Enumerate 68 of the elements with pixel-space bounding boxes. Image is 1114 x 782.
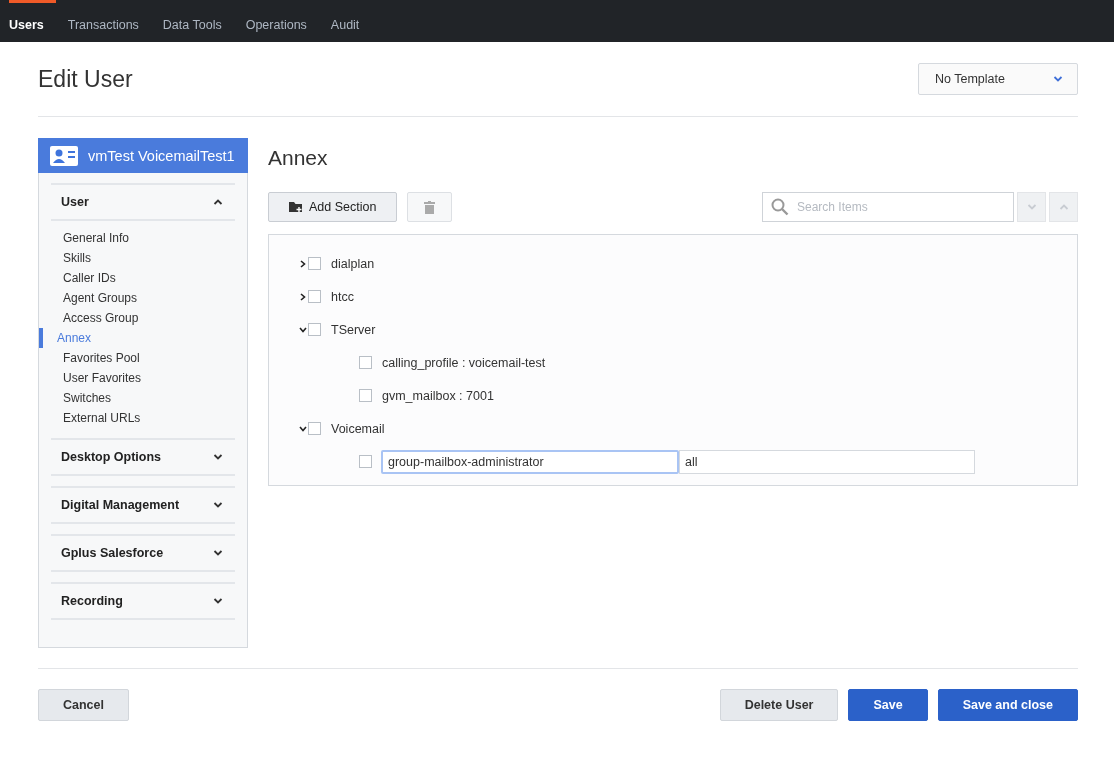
section-header[interactable]: Desktop Options: [51, 438, 235, 476]
search-field[interactable]: Search Items: [762, 192, 1014, 222]
chevron-down-icon: [1026, 203, 1037, 211]
user-name: vmTest VoicemailTest1: [88, 147, 235, 164]
key-input-field[interactable]: group-mailbox-administrator: [381, 449, 679, 474]
sidebar-item[interactable]: User Favorites: [51, 368, 235, 388]
section-name: TServer: [331, 322, 376, 337]
section-title: Annex: [268, 146, 329, 170]
chevron-down-icon: [213, 501, 223, 509]
nav-tab[interactable]: Audit: [318, 0, 372, 42]
previous-result-button[interactable]: [1049, 192, 1078, 222]
nav-tab[interactable]: Operations: [233, 0, 319, 42]
expand-toggle[interactable]: [298, 326, 307, 333]
sidebar-item[interactable]: External URLs: [51, 408, 235, 428]
value-input-field[interactable]: all: [679, 449, 975, 474]
chevron-down-icon: [298, 326, 307, 333]
chevron-up-icon: [1058, 203, 1069, 211]
section-header[interactable]: Digital Management: [51, 486, 235, 524]
checkbox[interactable]: [359, 356, 372, 369]
sidebar-item[interactable]: General Info: [51, 228, 235, 248]
trash-icon: [424, 200, 436, 214]
expand-toggle[interactable]: [298, 425, 307, 432]
nav-tab[interactable]: Data Tools: [150, 0, 234, 42]
sidebar-item[interactable]: Access Group: [51, 308, 235, 328]
chevron-down-icon: [298, 425, 307, 432]
sidebar-item[interactable]: Agent Groups: [51, 288, 235, 308]
entry-label: calling_profile : voicemail-test: [382, 355, 546, 370]
delete-button[interactable]: [407, 192, 453, 222]
section-name: Voicemail: [331, 421, 385, 436]
checkbox[interactable]: [308, 257, 321, 270]
template-dropdown[interactable]: No Template: [918, 63, 1078, 95]
contact-card-icon: [50, 145, 78, 166]
nav-tab[interactable]: Users: [9, 0, 56, 42]
chevron-down-icon: [213, 597, 223, 605]
expand-toggle[interactable]: [298, 292, 307, 301]
chevron-down-icon: [213, 453, 223, 461]
sidebar-item[interactable]: Skills: [51, 248, 235, 268]
sidebar-item[interactable]: Switches: [51, 388, 235, 408]
checkbox[interactable]: [359, 389, 372, 402]
checkbox[interactable]: [308, 422, 321, 435]
expand-toggle[interactable]: [298, 259, 307, 268]
section-name: htcc: [331, 289, 354, 304]
checkbox[interactable]: [308, 323, 321, 336]
footer-button[interactable]: Save: [848, 689, 928, 721]
section-header[interactable]: Recording: [51, 582, 235, 620]
chevron-right-icon: [299, 292, 306, 301]
chevron-down-icon: [213, 549, 223, 557]
chevron-up-icon: [213, 198, 223, 206]
page-title: Edit User: [38, 65, 133, 93]
chevron-right-icon: [299, 259, 306, 268]
nav-tab[interactable]: Transactions: [55, 0, 151, 42]
section-name: dialplan: [331, 256, 375, 271]
add-section-button[interactable]: Add Section: [268, 192, 398, 222]
checkbox[interactable]: [308, 290, 321, 303]
chevron-down-icon: [1053, 75, 1063, 83]
sidebar-item[interactable]: Favorites Pool: [51, 348, 235, 368]
section-header[interactable]: Gplus Salesforce: [51, 534, 235, 572]
section-header[interactable]: User: [51, 183, 235, 221]
checkbox[interactable]: [359, 455, 372, 468]
sidebar-item[interactable]: Caller IDs: [51, 268, 235, 288]
folder-plus-icon: [289, 201, 303, 213]
footer-button[interactable]: Delete User: [719, 689, 839, 721]
search-icon: [771, 198, 789, 216]
sidebar-item[interactable]: Annex: [39, 328, 235, 348]
entry-label: gvm_mailbox : 7001: [382, 388, 494, 403]
footer-button[interactable]: Cancel: [38, 689, 129, 721]
footer-button[interactable]: Save and close: [937, 689, 1078, 721]
next-result-button[interactable]: [1017, 192, 1046, 222]
